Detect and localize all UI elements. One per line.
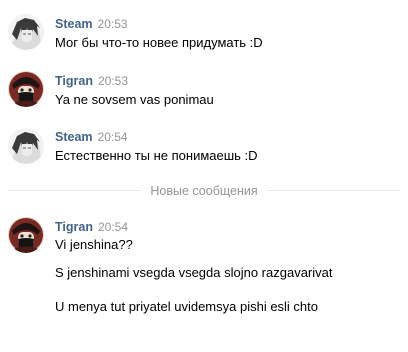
author-name[interactable]: Steam	[55, 130, 93, 144]
message-text: Vi jenshina??	[55, 237, 133, 252]
new-messages-label: Новые сообщения	[141, 184, 267, 198]
message-time[interactable]: 20:54	[98, 130, 128, 144]
masked-character-avatar-icon	[8, 71, 44, 107]
author-name[interactable]: Tigran	[55, 74, 93, 88]
avatar-tigran[interactable]	[8, 217, 44, 253]
message-time[interactable]: 20:53	[98, 74, 128, 88]
masked-character-avatar-icon	[8, 217, 44, 253]
message-header: Steam 20:54	[55, 129, 128, 145]
message-header: Tigran 20:53	[55, 73, 128, 89]
message-text: Ya ne sovsem vas ponimau	[55, 92, 214, 107]
new-messages-divider: Новые сообщения	[0, 183, 408, 199]
message-text: Естественно ты не понимаешь :D	[55, 148, 258, 163]
message-text: Мог бы что-то новее придумать :D	[55, 35, 263, 50]
message-header: Tigran 20:54	[55, 219, 128, 235]
avatar-tigran[interactable]	[8, 71, 44, 107]
message-header: Steam 20:53	[55, 16, 128, 32]
message-text: S jenshinami vsegda vsegda slojno razgav…	[55, 265, 333, 280]
anime-character-avatar-icon	[8, 14, 44, 50]
anime-character-avatar-icon	[8, 128, 44, 164]
message-time[interactable]: 20:54	[98, 220, 128, 234]
message-text: U menya tut priyatel uvidemsya pishi esl…	[55, 299, 319, 314]
message-time[interactable]: 20:53	[98, 17, 128, 31]
avatar-steam[interactable]	[8, 128, 44, 164]
avatar-steam[interactable]	[8, 14, 44, 50]
author-name[interactable]: Steam	[55, 17, 93, 31]
author-name[interactable]: Tigran	[55, 220, 93, 234]
